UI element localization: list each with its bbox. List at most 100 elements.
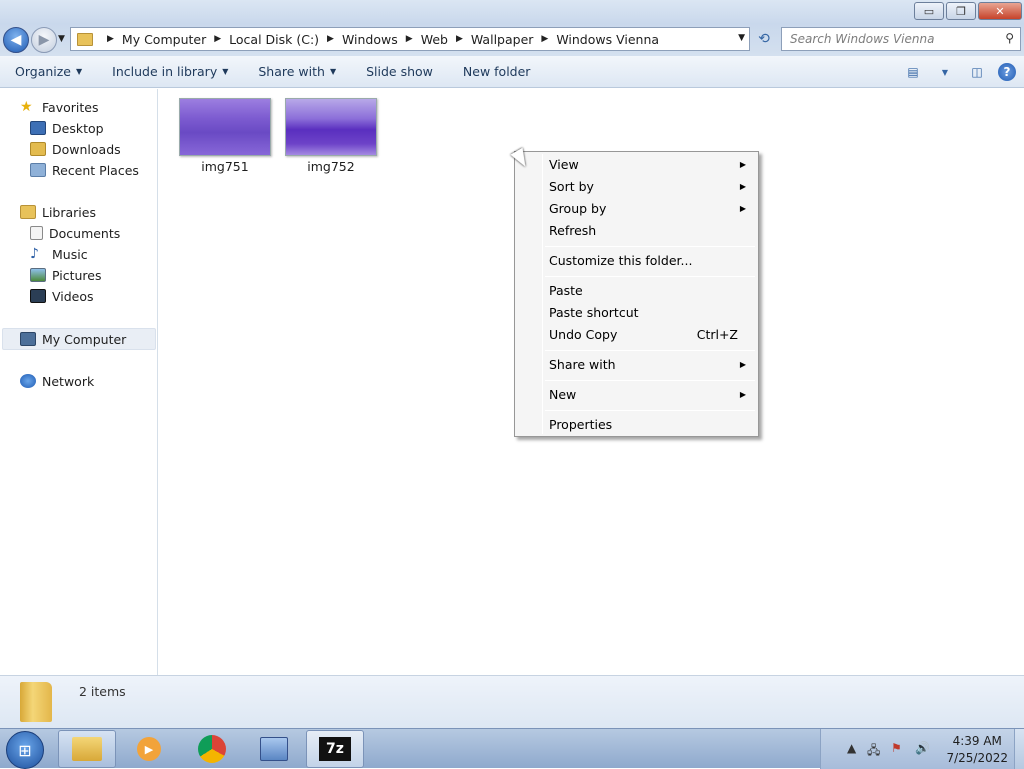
file-thumbnail-img751[interactable] (179, 98, 271, 156)
menu-item-refresh[interactable]: Refresh (517, 219, 756, 241)
organize-button[interactable]: Organize ▼ (0, 56, 97, 88)
taskbar-media-player[interactable]: ▶ (120, 730, 178, 768)
nav-network[interactable]: Network (20, 371, 94, 391)
menu-separator (545, 380, 755, 381)
menu-item-undo-copy[interactable]: Undo Copy Ctrl+Z (517, 323, 756, 345)
nav-libraries[interactable]: Libraries (20, 202, 96, 222)
menu-item-paste-label: Paste (549, 282, 583, 298)
libraries-icon (20, 205, 36, 219)
menu-item-view[interactable]: View ▶ (517, 153, 756, 175)
recent-places-icon (30, 163, 46, 177)
documents-icon (30, 226, 43, 240)
address-bar[interactable]: ▶ My Computer ▶ Local Disk (C:) ▶ Window… (70, 27, 750, 51)
menu-item-undo-copy-label: Undo Copy (549, 326, 618, 342)
breadcrumb-web[interactable]: Web (421, 32, 448, 47)
file-label-img752[interactable]: img752 (285, 159, 377, 174)
network-tray-icon[interactable]: 🖧 (867, 741, 880, 762)
chevron-right-icon[interactable]: ▶ (327, 34, 334, 44)
chevron-right-icon[interactable]: ▶ (107, 34, 114, 44)
change-view-button[interactable]: ▤ (902, 62, 924, 82)
nav-videos[interactable]: Videos (30, 286, 94, 306)
taskbar-explorer[interactable] (58, 730, 116, 768)
new-folder-button[interactable]: New folder (448, 56, 546, 88)
menu-item-group-by[interactable]: Group by ▶ (517, 197, 756, 219)
show-hidden-icons-icon[interactable]: ▲ (847, 741, 856, 755)
preview-pane-button[interactable]: ◫ (966, 62, 988, 82)
nav-documents[interactable]: Documents (30, 223, 120, 243)
nav-libraries-label: Libraries (42, 204, 96, 220)
start-button[interactable]: ⊞ (6, 731, 44, 769)
search-icon[interactable]: ⚲ (1005, 31, 1014, 45)
breadcrumb-my-computer[interactable]: My Computer (122, 32, 206, 47)
refresh-button[interactable]: ⟲ (752, 27, 776, 51)
menu-item-refresh-label: Refresh (549, 222, 597, 238)
menu-item-properties[interactable]: Properties (517, 413, 756, 435)
menu-item-group-by-label: Group by (549, 200, 607, 216)
title-bar: ▭ ❐ ✕ (0, 0, 1024, 24)
chevron-right-icon[interactable]: ▶ (214, 34, 221, 44)
slide-show-label: Slide show (366, 64, 433, 79)
media-player-icon: ▶ (137, 737, 161, 761)
include-in-library-button[interactable]: Include in library ▼ (97, 56, 243, 88)
help-button[interactable]: ? (998, 63, 1016, 81)
recent-pages-dropdown[interactable]: ▼ (58, 34, 65, 44)
taskbar-chrome[interactable] (183, 730, 241, 768)
organize-label: Organize (15, 64, 71, 79)
menu-item-paste[interactable]: Paste (517, 279, 756, 301)
nav-recent-places-label: Recent Places (52, 162, 139, 178)
close-button[interactable]: ✕ (978, 2, 1022, 20)
search-input[interactable]: Search Windows Vienna ⚲ (781, 27, 1021, 51)
file-label-img751[interactable]: img751 (179, 159, 271, 174)
menu-item-new[interactable]: New ▶ (517, 383, 756, 405)
menu-item-sort-by[interactable]: Sort by ▶ (517, 175, 756, 197)
back-arrow-icon: ◀ (10, 32, 22, 48)
breadcrumb-windows[interactable]: Windows (342, 32, 398, 47)
chevron-right-icon[interactable]: ▶ (456, 34, 463, 44)
nav-pictures[interactable]: Pictures (30, 265, 102, 285)
nav-music[interactable]: ♪ Music (30, 244, 88, 264)
taskbar-control-panel[interactable] (245, 730, 303, 768)
slide-show-button[interactable]: Slide show (351, 56, 448, 88)
menu-item-customize[interactable]: Customize this folder... (517, 249, 756, 271)
menu-separator (545, 410, 755, 411)
menu-item-properties-label: Properties (549, 416, 613, 432)
breadcrumb: ▶ My Computer ▶ Local Disk (C:) ▶ Window… (99, 32, 659, 47)
nav-desktop[interactable]: Desktop (30, 118, 104, 138)
minimize-button[interactable]: ▭ (914, 2, 944, 20)
chevron-right-icon[interactable]: ▶ (541, 34, 548, 44)
nav-favorites[interactable]: ★ Favorites (20, 97, 98, 117)
clock-time: 4:39 AM (952, 734, 1002, 748)
address-dropdown-icon[interactable]: ▼ (738, 33, 745, 43)
system-tray: ▲ 🖧 ⚑ 🔊 4:39 AM 7/25/2022 (820, 729, 1024, 769)
nav-music-label: Music (52, 246, 88, 262)
show-desktop-button[interactable] (1014, 729, 1024, 769)
menu-item-share-with[interactable]: Share with ▶ (517, 353, 756, 375)
clock[interactable]: 4:39 AM 7/25/2022 (946, 733, 1008, 767)
maximize-button[interactable]: ❐ (946, 2, 976, 20)
chevron-right-icon[interactable]: ▶ (406, 34, 413, 44)
submenu-arrow-icon: ▶ (739, 359, 746, 369)
breadcrumb-local-disk[interactable]: Local Disk (C:) (229, 32, 319, 47)
volume-icon[interactable]: 🔊 (915, 741, 930, 755)
nav-my-computer[interactable]: My Computer (20, 329, 126, 349)
breadcrumb-windows-vienna[interactable]: Windows Vienna (556, 32, 659, 47)
action-center-icon[interactable]: ⚑ (891, 741, 902, 755)
help-icon: ? (1003, 65, 1011, 79)
nav-recent-places[interactable]: Recent Places (30, 160, 139, 180)
share-with-button[interactable]: Share with ▼ (243, 56, 351, 88)
forward-button[interactable]: ▶ (31, 27, 57, 53)
new-folder-label: New folder (462, 64, 531, 79)
menu-item-paste-shortcut[interactable]: Paste shortcut (517, 301, 756, 323)
file-thumbnail-img752[interactable] (285, 98, 377, 156)
back-button[interactable]: ◀ (3, 27, 29, 53)
breadcrumb-wallpaper[interactable]: Wallpaper (471, 32, 534, 47)
taskbar-7zip[interactable]: 7z (306, 730, 364, 768)
more-views-button[interactable]: ▼ (934, 62, 956, 82)
nav-downloads[interactable]: Downloads (30, 139, 121, 159)
taskbar: ⊞ ▶ 7z ▲ 🖧 ⚑ 🔊 4:39 AM 7/25/2022 (0, 728, 1024, 769)
nav-downloads-label: Downloads (52, 141, 121, 157)
menu-item-new-label: New (549, 386, 577, 402)
submenu-arrow-icon: ▶ (739, 203, 746, 213)
nav-pictures-label: Pictures (52, 267, 102, 283)
search-placeholder: Search Windows Vienna (790, 32, 935, 46)
